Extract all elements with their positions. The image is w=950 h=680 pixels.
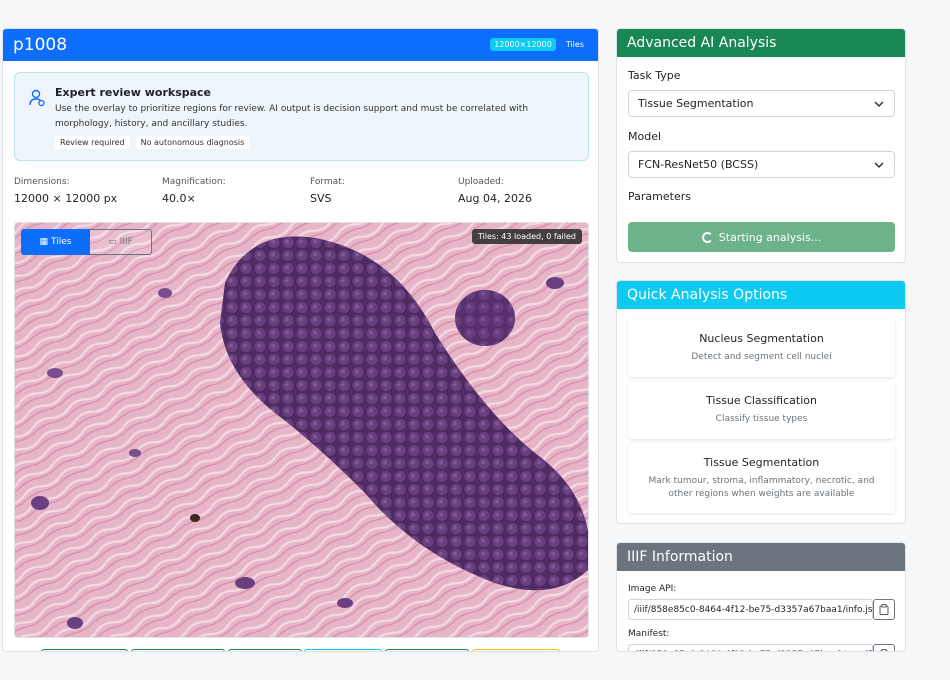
magnification-label: Magnification:	[162, 177, 226, 187]
tissue-classification-option[interactable]: Tissue Classification Classify tissue ty…	[628, 381, 895, 439]
toolbar-button-6[interactable]	[472, 649, 560, 651]
start-analysis-button[interactable]: Starting analysis...	[628, 222, 895, 252]
option-desc: Detect and segment cell nuclei	[691, 352, 832, 362]
slide-panel: p1008 12000×12000 Tiles Expert review wo…	[2, 28, 599, 652]
format-label: Format:	[310, 177, 345, 187]
format-value: SVS	[310, 192, 332, 205]
spinner-icon	[701, 231, 713, 243]
task-type-value: Tissue Segmentation	[638, 97, 754, 110]
uploaded-value: Aug 04, 2026	[458, 192, 532, 205]
image-api-field[interactable]: /iiif/858e85c0-8464-4f12-be75-d3357a67ba…	[628, 599, 873, 620]
review-notice: Expert review workspace Use the overlay …	[14, 72, 589, 161]
ai-analysis-header: Advanced AI Analysis	[617, 29, 905, 57]
dimensions-value: 12000 × 12000 px	[14, 192, 118, 205]
nucleus-segmentation-option[interactable]: Nucleus Segmentation Detect and segment …	[628, 319, 895, 377]
ai-analysis-card: Advanced AI Analysis Task Type Tissue Se…	[616, 28, 906, 263]
toolbar-button-4[interactable]	[304, 649, 382, 651]
slide-title: p1008	[13, 35, 68, 55]
toolbar-button-2[interactable]	[131, 649, 225, 651]
clipboard-icon	[879, 649, 889, 651]
option-title: Tissue Segmentation	[703, 456, 820, 469]
magnification-value: 40.0×	[162, 192, 196, 205]
dimensions-badge: 12000×12000	[490, 38, 556, 51]
quick-analysis-header: Quick Analysis Options	[617, 281, 905, 309]
option-desc: Mark tumour, stroma, inflammatory, necro…	[648, 476, 875, 499]
toolbar-button-1[interactable]	[41, 649, 128, 651]
iiif-info-card: IIIF Information Image API: /iiif/858e85…	[616, 542, 906, 652]
model-label: Model	[628, 130, 662, 143]
tiles-view-button[interactable]: ▦ Tiles	[21, 229, 90, 255]
dimensions-label: Dimensions:	[14, 177, 70, 187]
task-type-select[interactable]: Tissue Segmentation	[628, 90, 895, 117]
tissue-segmentation-option[interactable]: Tissue Segmentation Mark tumour, stroma,…	[628, 443, 895, 513]
chevron-down-icon	[874, 162, 884, 169]
option-desc: Classify tissue types	[715, 414, 808, 424]
option-title: Nucleus Segmentation	[699, 332, 824, 345]
review-title: Expert review workspace	[55, 86, 212, 99]
review-text: Use the overlay to prioritize regions fo…	[55, 104, 529, 129]
model-value: FCN-ResNet50 (BCSS)	[638, 158, 759, 171]
image-api-label: Image API:	[628, 584, 677, 594]
iiif-view-label: IIIF	[119, 237, 133, 247]
image-icon: ▭	[108, 237, 117, 247]
task-type-label: Task Type	[628, 69, 681, 82]
iiif-info-header: IIIF Information	[617, 543, 905, 571]
slide-viewer[interactable]: ▦ Tiles ▭ IIIF Tiles: 43 loaded, 0 faile…	[14, 222, 589, 638]
toolbar-button-3[interactable]	[228, 649, 302, 651]
copy-manifest-button[interactable]	[873, 644, 895, 651]
user-check-icon	[29, 89, 45, 107]
iiif-view-button[interactable]: ▭ IIIF	[90, 229, 152, 255]
tiles-badge: Tiles	[565, 40, 584, 49]
tiles-view-label: Tiles	[51, 237, 72, 247]
toolbar-button-5[interactable]	[385, 649, 469, 651]
uploaded-label: Uploaded:	[458, 177, 504, 187]
manifest-label: Manifest:	[628, 629, 670, 639]
grid-icon: ▦	[39, 237, 49, 247]
tiles-status-badge: Tiles: 43 loaded, 0 failed	[471, 229, 582, 244]
model-select[interactable]: FCN-ResNet50 (BCSS)	[628, 151, 895, 178]
review-required-tag: Review required	[55, 136, 130, 149]
option-title: Tissue Classification	[706, 394, 817, 407]
slide-header: p1008 12000×12000 Tiles	[3, 29, 598, 61]
clipboard-icon	[879, 604, 889, 615]
no-autonomous-tag: No autonomous diagnosis	[135, 136, 250, 149]
start-analysis-label: Starting analysis...	[718, 230, 822, 244]
copy-image-api-button[interactable]	[873, 599, 895, 620]
manifest-field[interactable]: /iiif/858e85c0-8464-4f12-be75-d3357a67ba…	[628, 644, 873, 651]
chevron-down-icon	[874, 101, 884, 108]
parameters-label: Parameters	[628, 190, 691, 203]
quick-analysis-card: Quick Analysis Options Nucleus Segmentat…	[616, 280, 906, 524]
histology-image	[15, 223, 588, 637]
